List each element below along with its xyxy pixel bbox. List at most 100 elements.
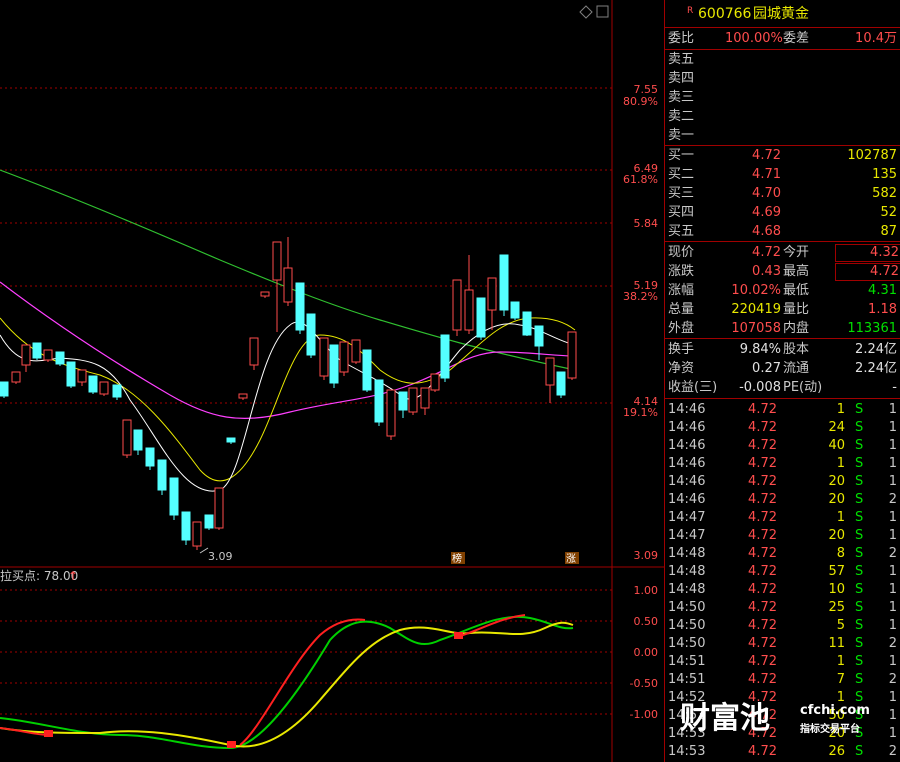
- candle-body: [214, 487, 224, 529]
- trade-side: S: [855, 600, 864, 615]
- stat-value: 9.84%: [739, 342, 781, 357]
- trade-volume: 7: [836, 672, 845, 687]
- candle-body: [306, 313, 316, 356]
- candle-body: [238, 393, 248, 399]
- candle-body: [122, 419, 132, 456]
- trade-count: 1: [888, 474, 897, 489]
- quote-label: 总量: [668, 302, 695, 317]
- candle-body: [556, 371, 566, 396]
- flag-zhang[interactable]: 涨: [565, 552, 579, 565]
- buy-row[interactable]: 买一 4.72 102787: [665, 147, 900, 165]
- trade-row[interactable]: 14:46 4.72 1 S 1: [665, 401, 900, 419]
- sell-row[interactable]: 卖一: [665, 127, 900, 145]
- wb-value: 100.00%: [725, 31, 783, 46]
- flag-zhang-text: 涨: [566, 553, 576, 565]
- buy-row[interactable]: 买三 4.70 582: [665, 185, 900, 203]
- buy-label: 买五: [668, 224, 695, 239]
- stat-label: 收益(三): [668, 380, 718, 395]
- trade-row[interactable]: 14:48 4.72 10 S 1: [665, 581, 900, 599]
- candle-body: [112, 384, 122, 398]
- candle-body: [99, 381, 109, 395]
- candle-body: [133, 429, 143, 451]
- buy-volume: 135: [872, 167, 897, 182]
- quote-row: 外盘 107058 内盘 113361: [665, 320, 900, 338]
- trade-side: S: [855, 510, 864, 525]
- buy-label: 买三: [668, 186, 695, 201]
- trade-time: 14:46: [668, 420, 706, 435]
- quote-label: 最高: [783, 264, 810, 279]
- candle-body: [522, 311, 532, 336]
- trade-row[interactable]: 14:46 4.72 40 S 1: [665, 437, 900, 455]
- buy-row[interactable]: 买四 4.69 52: [665, 204, 900, 222]
- quote-row: 总量 220419 量比 1.18: [665, 301, 900, 319]
- sell-label: 卖四: [668, 71, 695, 86]
- window-icon[interactable]: [596, 5, 609, 18]
- trade-volume: 11: [828, 636, 845, 651]
- quote-value: 107058: [731, 321, 781, 336]
- ratio-row: 委比 100.00% 委差 10.4万: [665, 30, 900, 48]
- chart-toolbar[interactable]: [579, 5, 609, 19]
- trade-volume: 20: [828, 492, 845, 507]
- trade-volume: 1: [836, 456, 845, 471]
- trade-row[interactable]: 14:51 4.72 7 S 2: [665, 671, 900, 689]
- diamond-icon[interactable]: [579, 5, 593, 19]
- trade-price: 4.72: [748, 600, 777, 615]
- trade-volume: 1: [836, 510, 845, 525]
- candle-body: [374, 379, 384, 423]
- candle-body: [88, 375, 98, 393]
- osc-green: [0, 615, 574, 750]
- trade-row[interactable]: 14:46 4.72 1 S 1: [665, 455, 900, 473]
- sell-label: 卖二: [668, 109, 695, 124]
- buy-volume: 52: [880, 205, 897, 220]
- quote-label: 现价: [668, 245, 695, 260]
- sell-row[interactable]: 卖五: [665, 51, 900, 69]
- trade-row[interactable]: 14:46 4.72 24 S 1: [665, 419, 900, 437]
- trade-volume: 24: [828, 420, 845, 435]
- sell-row[interactable]: 卖三: [665, 89, 900, 107]
- candle-body: [169, 477, 179, 516]
- quote-row: 涨跌 0.43 最高 4.72: [665, 263, 900, 281]
- flag-bang[interactable]: 榜: [451, 552, 465, 565]
- sell-label: 卖五: [668, 52, 695, 67]
- trade-row[interactable]: 14:48 4.72 8 S 2: [665, 545, 900, 563]
- trade-price: 4.72: [748, 618, 777, 633]
- trade-count: 2: [888, 672, 897, 687]
- quote-value: 1.18: [868, 302, 897, 317]
- main-grid: [0, 87, 612, 404]
- trade-row[interactable]: 14:47 4.72 20 S 1: [665, 527, 900, 545]
- quote-label: 今开: [783, 245, 810, 260]
- header-row[interactable]: R 600766 园城黄金: [665, 5, 900, 23]
- trade-row[interactable]: 14:53 4.72 26 S 2: [665, 743, 900, 761]
- trade-volume: 40: [828, 438, 845, 453]
- trade-row[interactable]: 14:50 4.72 5 S 1: [665, 617, 900, 635]
- trade-row[interactable]: 14:50 4.72 25 S 1: [665, 599, 900, 617]
- trade-row[interactable]: 14:48 4.72 57 S 1: [665, 563, 900, 581]
- trade-count: 1: [888, 510, 897, 525]
- quote-value: 220419: [731, 302, 781, 317]
- trade-row[interactable]: 14:46 4.72 20 S 2: [665, 491, 900, 509]
- stat-value: 2.24亿: [855, 361, 897, 376]
- trade-time: 14:48: [668, 564, 706, 579]
- candle-body: [0, 381, 9, 397]
- trade-row[interactable]: 14:50 4.72 11 S 2: [665, 635, 900, 653]
- trade-time: 14:51: [668, 672, 706, 687]
- candle-body: [204, 514, 214, 529]
- sell-row[interactable]: 卖二: [665, 108, 900, 126]
- buy-row[interactable]: 买五 4.68 87: [665, 223, 900, 241]
- trade-row[interactable]: 14:51 4.72 1 S 1: [665, 653, 900, 671]
- sell-row[interactable]: 卖四: [665, 70, 900, 88]
- trade-side: S: [855, 582, 864, 597]
- stat-value: 0.27: [752, 361, 781, 376]
- quote-value: 4.72: [752, 245, 781, 260]
- candle-body: [567, 331, 577, 379]
- trade-row[interactable]: 14:46 4.72 20 S 1: [665, 473, 900, 491]
- trade-time: 14:46: [668, 474, 706, 489]
- kline-chart[interactable]: 7.55 80.9% 6.49 61.8% 5.84 5.19 38.2% 4.…: [0, 0, 664, 762]
- buy-row[interactable]: 买二 4.71 135: [665, 166, 900, 184]
- trade-count: 1: [888, 600, 897, 615]
- trade-row[interactable]: 14:47 4.72 1 S 1: [665, 509, 900, 527]
- pct-tick: 19.1%: [623, 406, 658, 419]
- candle-body: [272, 241, 282, 281]
- candle-body: [476, 297, 486, 338]
- candle-body: [32, 342, 42, 359]
